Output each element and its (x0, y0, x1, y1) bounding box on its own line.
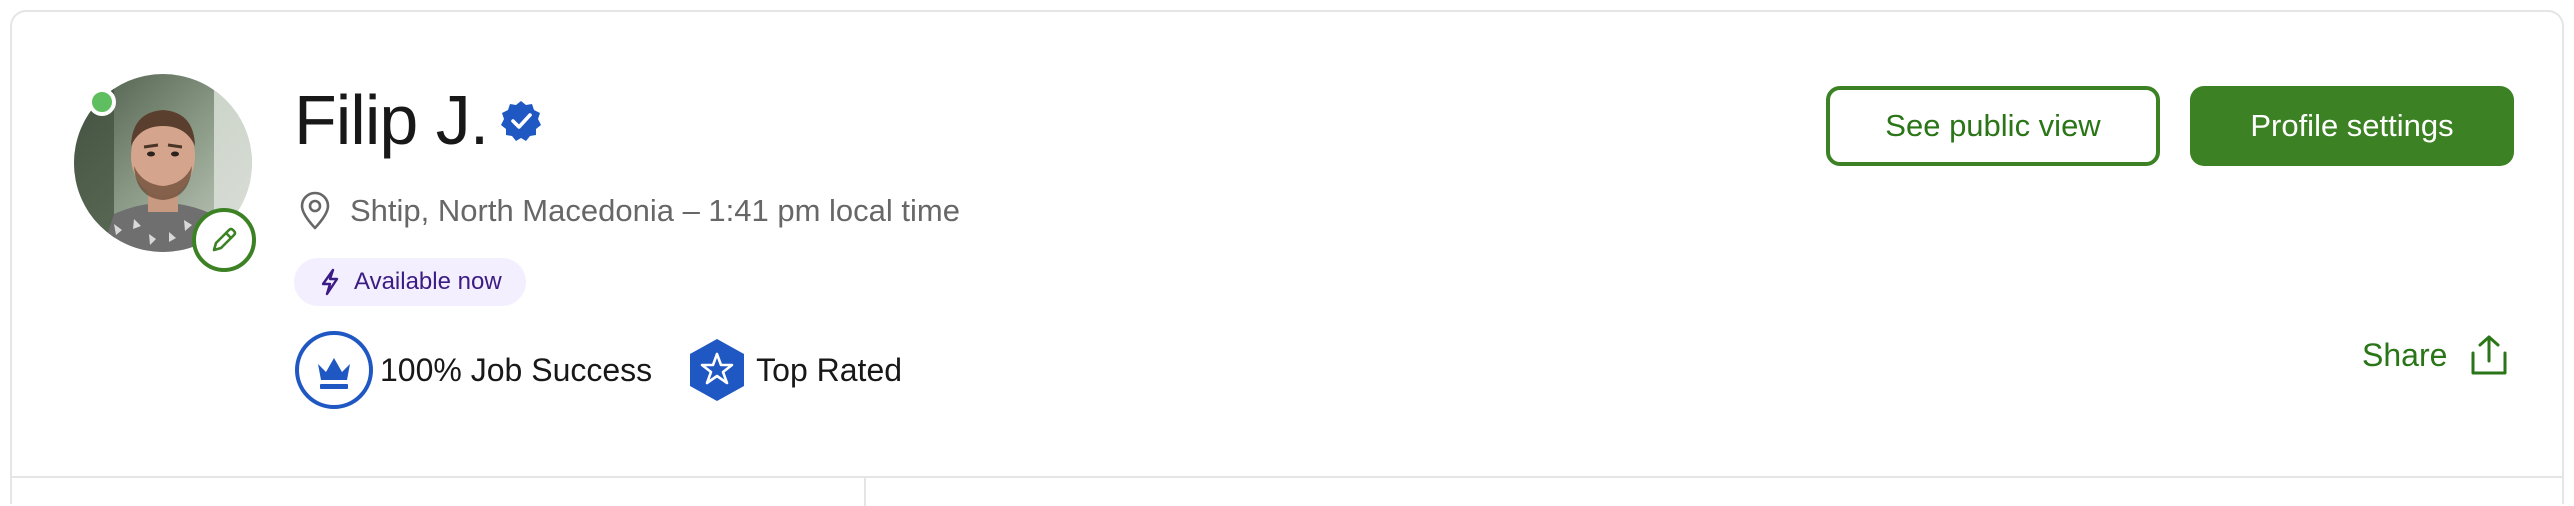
share-button[interactable]: Share (2362, 330, 2511, 380)
profile-header-card: Filip J. Shtip, North Macedonia – 1:41 p… (10, 10, 2564, 506)
location-row: Shtip, North Macedonia – 1:41 pm local t… (298, 186, 960, 236)
badges-row: 100% Job Success Top Rated (294, 330, 902, 410)
profile-name: Filip J. (294, 81, 489, 159)
location-pin-icon (300, 191, 330, 230)
crown-icon (295, 331, 373, 409)
availability-badge[interactable]: Available now (294, 258, 526, 306)
avatar-container (74, 74, 256, 272)
verified-badge-icon (501, 101, 541, 141)
share-upload-icon (2471, 335, 2507, 375)
availability-text: Available now (354, 268, 502, 295)
see-public-view-button[interactable]: See public view (1826, 86, 2160, 166)
top-rated-label: Top Rated (756, 351, 903, 388)
star-hexagon-icon (690, 339, 745, 401)
lightning-bolt-icon (321, 268, 339, 296)
edit-photo-button[interactable] (192, 208, 256, 272)
edit-pencil-icon (212, 227, 237, 252)
share-label: Share (2362, 336, 2448, 373)
profile-settings-button[interactable]: Profile settings (2190, 86, 2514, 166)
location-text: Shtip, North Macedonia – 1:41 pm local t… (350, 193, 960, 228)
column-divider (864, 476, 866, 506)
section-divider (12, 476, 2562, 478)
online-status-dot (88, 88, 116, 116)
job-success-label: 100% Job Success (380, 351, 653, 388)
